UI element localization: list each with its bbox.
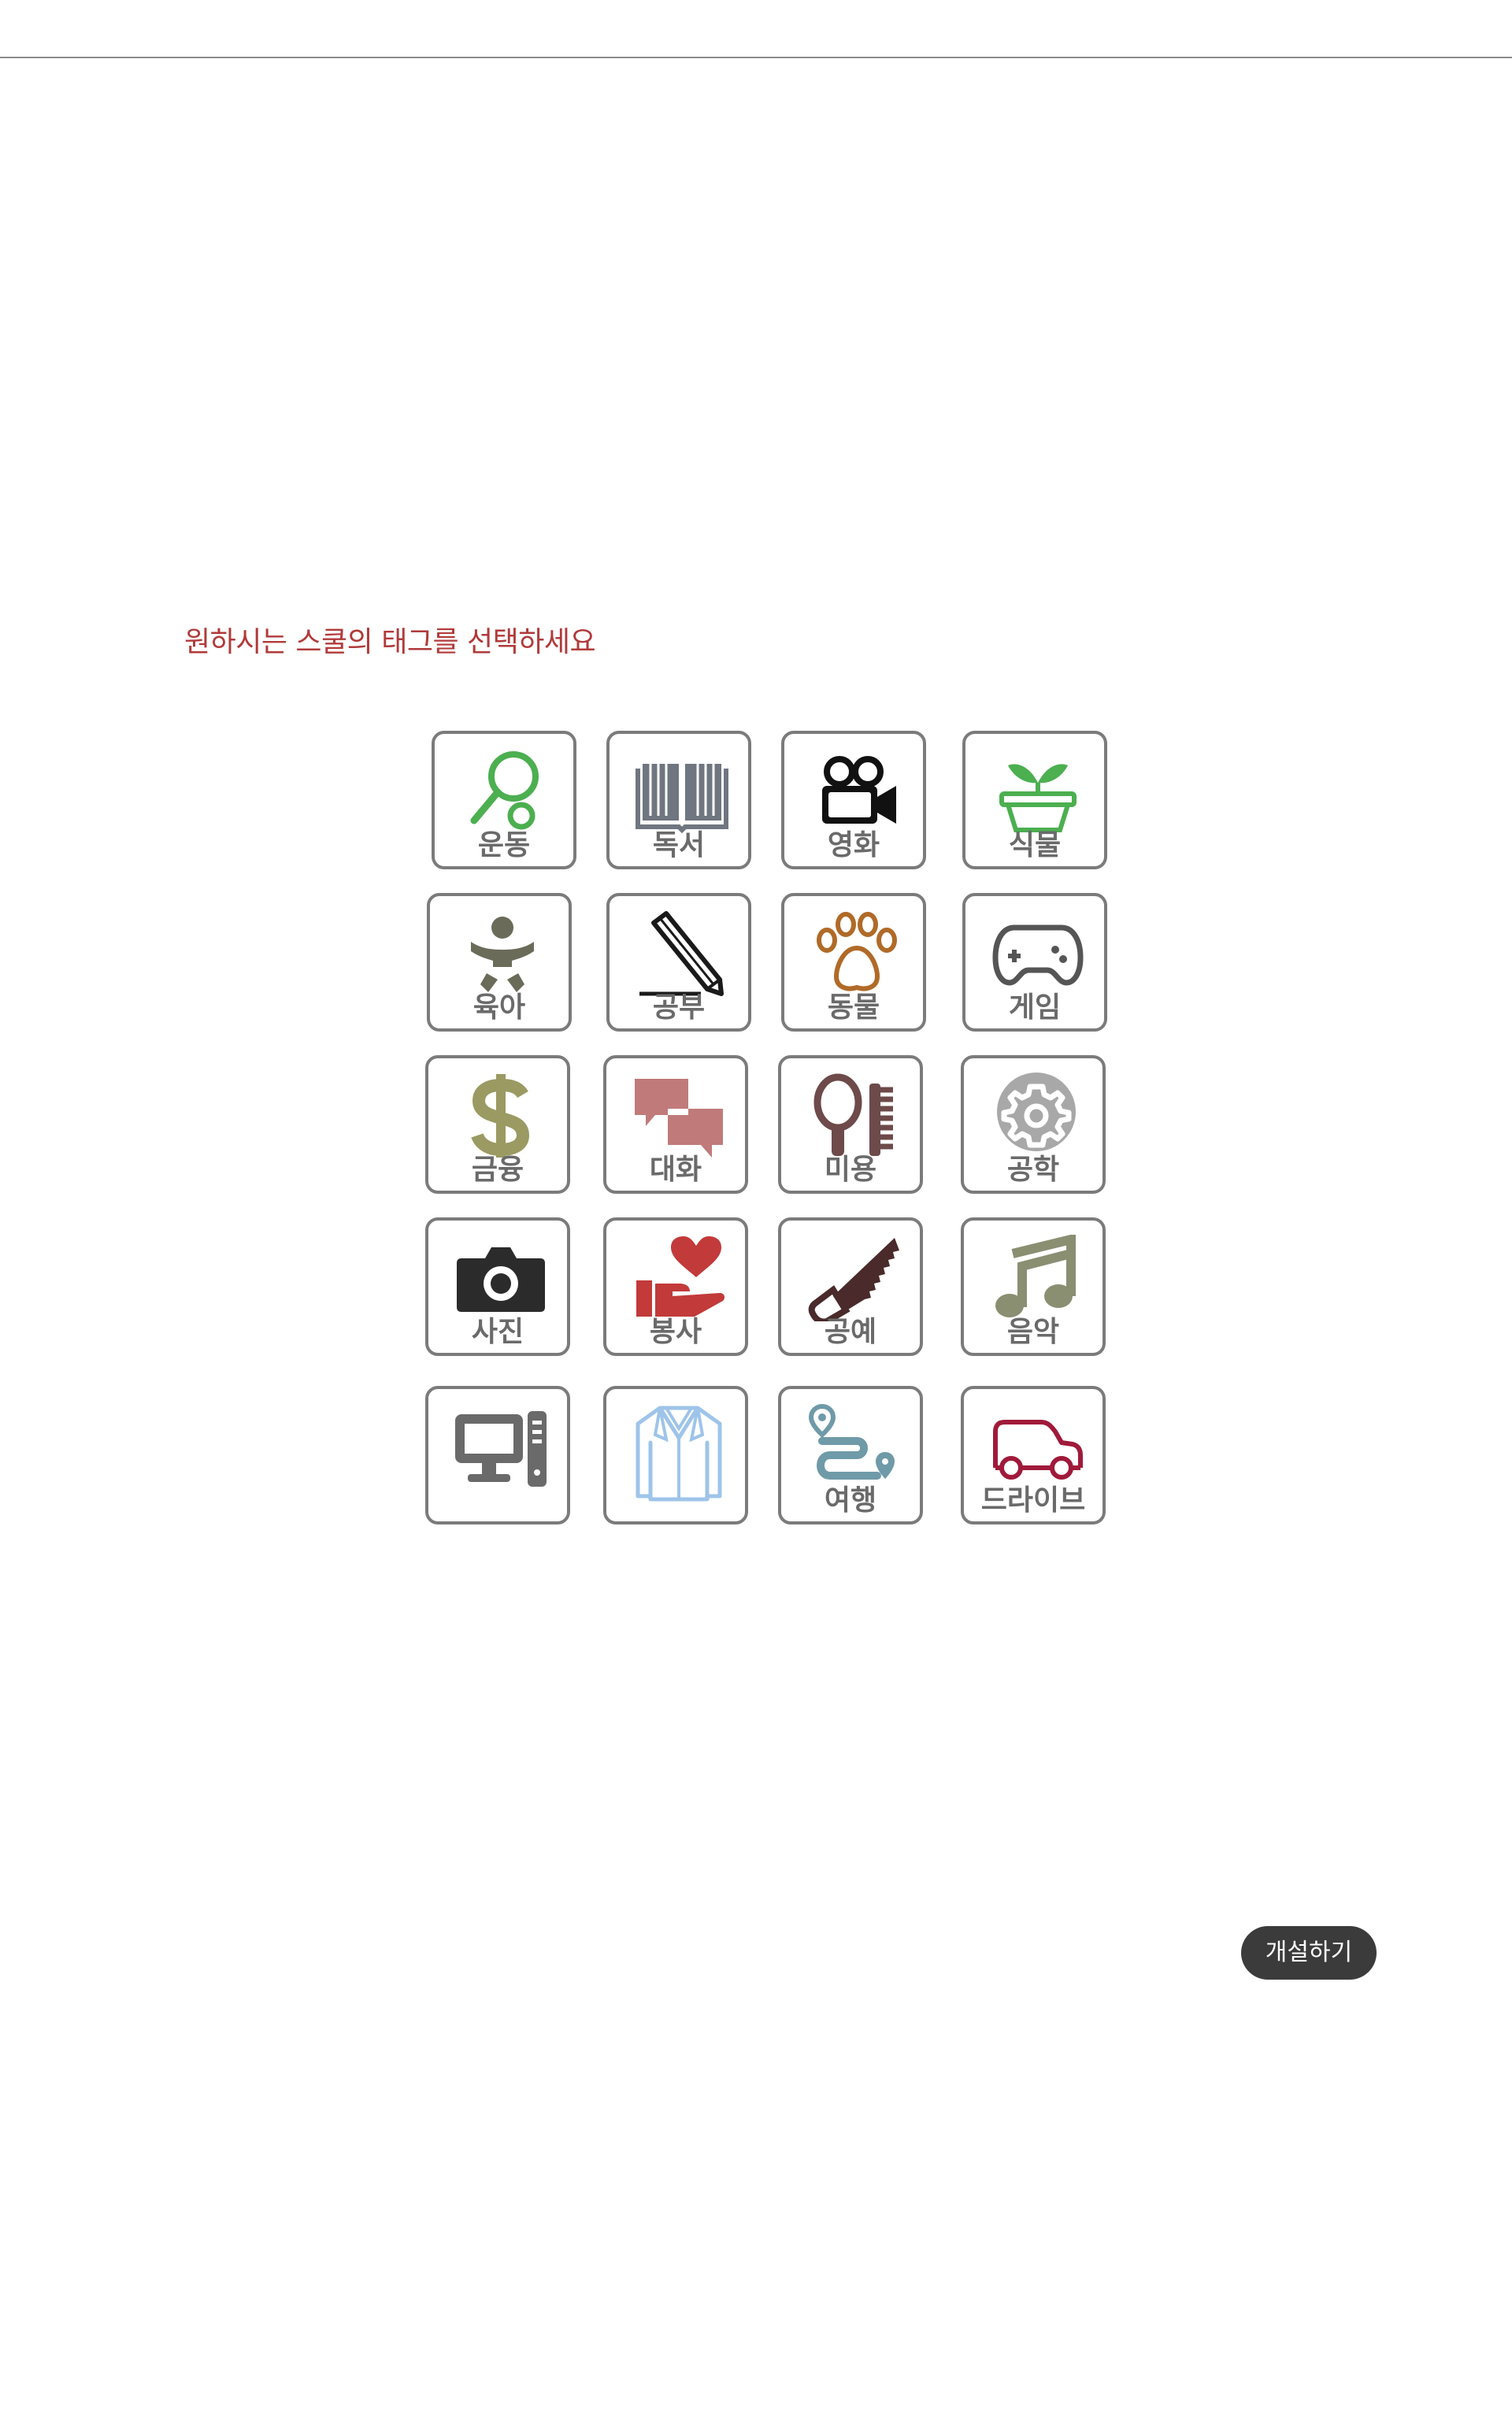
tag-tile-music[interactable]: 음악 <box>961 1217 1106 1356</box>
route-icon <box>806 1403 901 1490</box>
tag-tile-animal[interactable]: 동물 <box>781 893 926 1032</box>
heart-hand-icon <box>632 1235 726 1321</box>
tag-select-page: 원하시는 스쿨의 태그를 선택하세요 운동 독서 영화 식물 육아 공부 동물 … <box>0 0 1512 2434</box>
tag-label: 식물 <box>1008 829 1062 861</box>
tag-tile-photo[interactable]: 사진 <box>425 1217 570 1356</box>
tag-label: 음악 <box>1006 1316 1060 1348</box>
tag-tile-craft[interactable]: 공예 <box>778 1217 923 1356</box>
tag-label: 사진 <box>471 1316 524 1348</box>
tag-label: 여행 <box>824 1484 877 1517</box>
movie-camera-icon <box>810 748 904 835</box>
book-icon <box>635 748 729 835</box>
tag-label: 게임 <box>1008 991 1062 1024</box>
tag-tile-conversation[interactable]: 대화 <box>603 1055 748 1194</box>
tag-label: 운동 <box>477 829 531 861</box>
music-note-icon <box>989 1235 1084 1321</box>
tag-tile-travel[interactable]: 여행 <box>778 1386 923 1524</box>
tag-tile-parenting[interactable]: 육아 <box>427 893 572 1032</box>
tag-tile-engineering[interactable]: 공학 <box>961 1055 1106 1194</box>
gear-icon <box>989 1073 1084 1159</box>
tag-label: 대화 <box>649 1154 702 1186</box>
camera-icon <box>454 1235 548 1321</box>
plant-pot-icon <box>991 748 1085 835</box>
chat-bubbles-icon <box>632 1073 726 1159</box>
tag-tile-fashion[interactable] <box>603 1386 748 1524</box>
tag-label: 영화 <box>827 829 880 861</box>
tag-label: 공예 <box>824 1316 877 1348</box>
tag-label: 독서 <box>652 829 706 861</box>
baby-icon <box>455 910 550 997</box>
tag-prompt-text: 원하시는 스쿨의 태그를 선택하세요 <box>184 626 596 658</box>
tennis-racket-icon <box>460 748 554 835</box>
tag-label: 육아 <box>472 991 526 1024</box>
tag-tile-computer[interactable] <box>425 1386 570 1524</box>
tag-tile-volunteer[interactable]: 봉사 <box>603 1217 748 1356</box>
tag-label: 금융 <box>471 1154 524 1186</box>
paw-icon <box>810 910 904 997</box>
create-school-button[interactable]: 개설하기 <box>1241 1926 1377 1980</box>
tag-tile-movie[interactable]: 영화 <box>781 731 926 869</box>
tag-tile-finance[interactable]: 금융 <box>425 1055 570 1194</box>
tag-label: 미용 <box>824 1154 877 1186</box>
desktop-computer-icon <box>454 1397 548 1515</box>
tag-tile-plant[interactable]: 식물 <box>962 731 1107 869</box>
tag-tile-drive[interactable]: 드라이브 <box>961 1386 1106 1524</box>
tag-label: 공학 <box>1006 1154 1060 1186</box>
car-icon <box>989 1403 1084 1490</box>
jacket-icon <box>632 1397 726 1515</box>
tag-tile-reading[interactable]: 독서 <box>606 731 751 869</box>
header-divider <box>0 57 1512 58</box>
mirror-comb-icon <box>806 1073 901 1159</box>
gamepad-icon <box>991 910 1085 997</box>
tag-tile-game[interactable]: 게임 <box>962 893 1107 1032</box>
tag-label: 드라이브 <box>980 1484 1086 1517</box>
saw-icon <box>806 1235 901 1321</box>
tag-tile-beauty[interactable]: 미용 <box>778 1055 923 1194</box>
pencil-icon <box>635 910 729 997</box>
tag-label: 봉사 <box>649 1316 702 1348</box>
dollar-icon <box>454 1073 548 1159</box>
tag-tile-exercise[interactable]: 운동 <box>432 731 576 869</box>
tag-label: 공부 <box>652 991 706 1024</box>
tag-tile-study[interactable]: 공부 <box>606 893 751 1032</box>
tag-label: 동물 <box>827 991 880 1024</box>
